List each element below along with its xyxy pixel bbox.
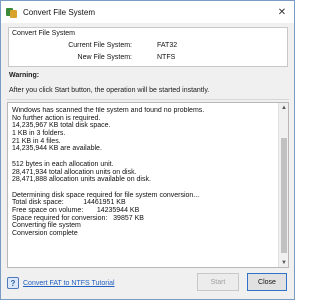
new-file-system-label: New File System: [77,54,132,61]
log-line: Determining disk space required for file… [12,191,200,199]
log-line: No further action is required. [12,114,101,122]
log-line: 1 KB in 3 folders. [12,130,66,138]
group-legend: Convert File System [12,30,76,37]
log-line: Total disk space: 14461951 KB [12,199,126,207]
file-system-info-group: Convert File System Current File System:… [8,27,288,67]
log-line: 21 KB in 4 files. [12,137,61,145]
convert-file-system-dialog: Convert File System ✕ Convert File Syste… [0,0,295,300]
conversion-log-box[interactable]: Windows has scanned the file system and … [7,102,289,268]
conversion-log-text: Windows has scanned the file system and … [12,107,278,265]
start-button[interactable]: Start [197,273,239,291]
log-line: Conversion complete [12,230,78,237]
log-line: 14,235,967 KB total disk space. [12,122,111,130]
log-line: 28,471,888 allocation units available on… [12,176,151,184]
log-line: Free space on volume: 14235944 KB [12,206,140,214]
log-line: Converting file system [12,222,81,230]
log-line: 14,235,944 KB are available. [12,145,102,153]
current-file-system-label: Current File System: [68,42,132,49]
warning-title: Warning: [9,72,40,79]
scroll-down-arrow-icon[interactable]: ▼ [279,258,289,267]
log-line: 512 bytes in each allocation unit. [12,160,114,168]
window-close-icon[interactable]: ✕ [274,4,290,20]
window-title: Convert File System [23,7,96,17]
scroll-thumb[interactable] [281,138,287,253]
tutorial-link[interactable]: ? Convert FAT to NTFS Tutorial [7,277,115,289]
current-file-system-value: FAT32 [157,42,178,49]
app-icon [6,7,17,18]
help-icon: ? [7,277,19,289]
close-button[interactable]: Close [247,273,287,291]
warning-text: After you click Start button, the operat… [9,87,210,94]
separator [7,99,289,100]
log-line: Space required for conversion: 39857 KB [12,214,144,222]
new-file-system-value: NTFS [157,54,176,61]
tutorial-link-text[interactable]: Convert FAT to NTFS Tutorial [23,280,115,287]
log-line: 28,471,934 total allocation units on dis… [12,168,137,176]
log-scrollbar[interactable]: ▲ ▼ [278,103,288,267]
title-bar[interactable]: Convert File System ✕ [1,1,294,23]
scroll-up-arrow-icon[interactable]: ▲ [279,103,289,112]
log-line: Windows has scanned the file system and … [12,107,205,114]
